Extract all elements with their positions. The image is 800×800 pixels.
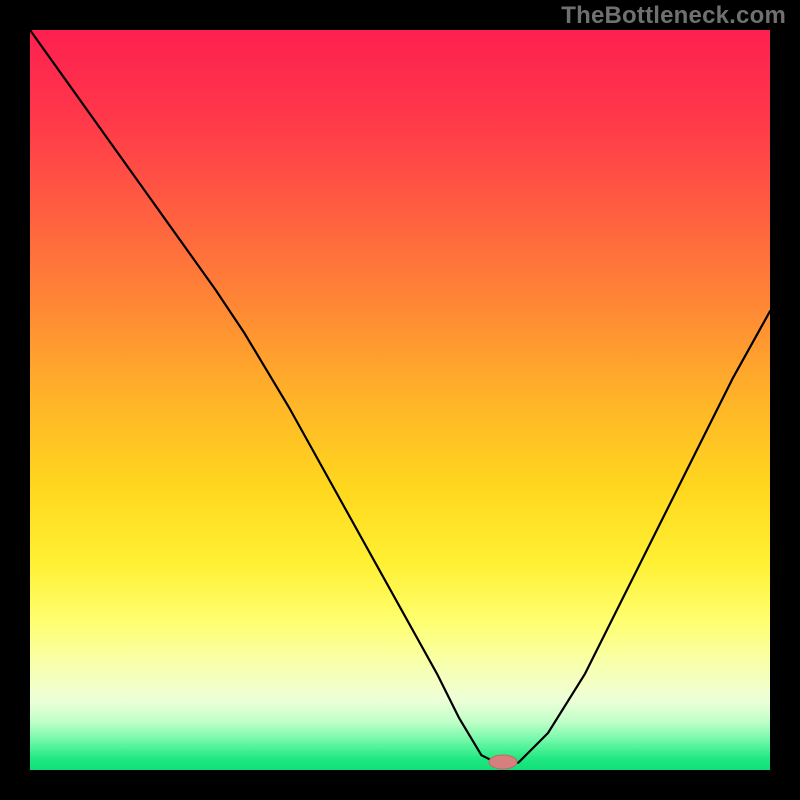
optimum-marker — [489, 755, 517, 769]
watermark-text: TheBottleneck.com — [561, 2, 786, 30]
chart-svg — [0, 0, 800, 800]
plot-background — [30, 30, 770, 770]
chart-frame: TheBottleneck.com — [0, 0, 800, 800]
